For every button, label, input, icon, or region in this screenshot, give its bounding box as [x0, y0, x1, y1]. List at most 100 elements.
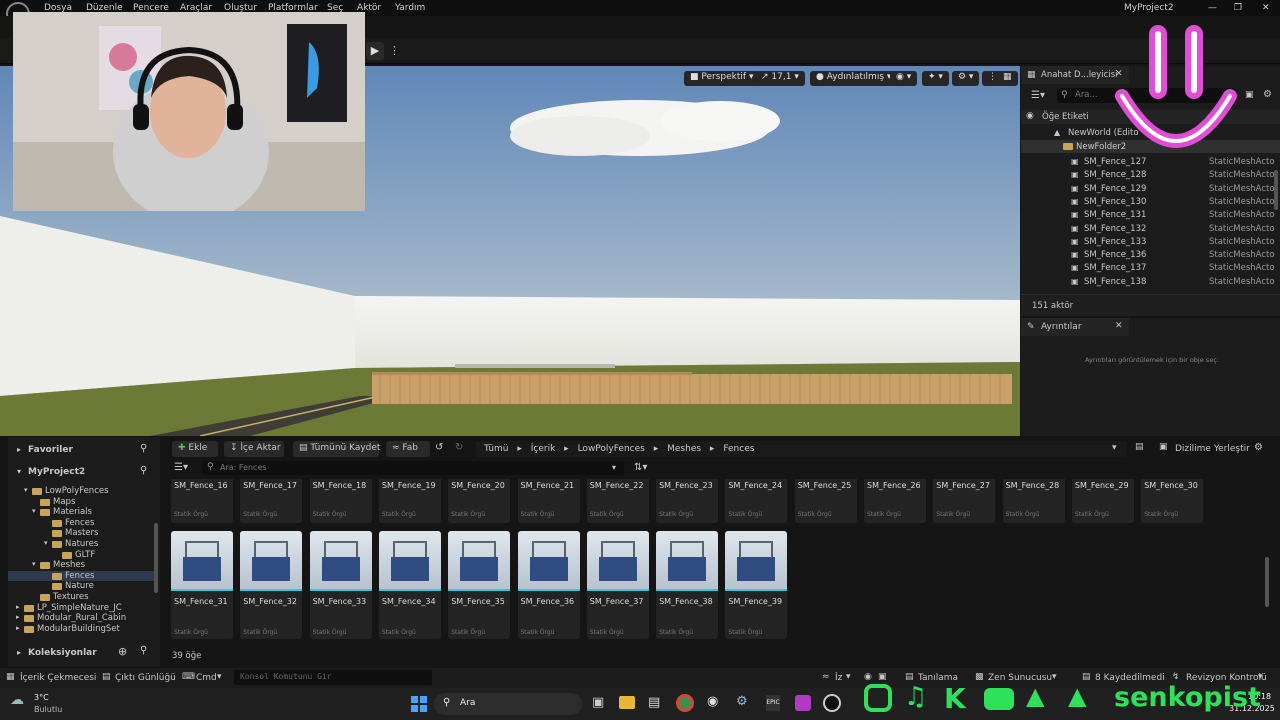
outliner-scrollbar[interactable] — [1274, 170, 1278, 210]
visibility-eye-icon[interactable]: ◉ — [1026, 111, 1034, 121]
fab-button[interactable]: ≈ Fab — [386, 441, 430, 457]
asset-tile[interactable]: SM_Fence_31 Statik Örgü — [171, 531, 233, 639]
back-arrow-icon[interactable]: ↺ — [435, 442, 443, 453]
breadcrumb-dropdown-icon[interactable]: ▾ — [1112, 443, 1117, 453]
breadcrumb-fences[interactable]: Fences — [723, 444, 754, 454]
asset-tile[interactable]: SM_Fence_25 Statik Örgü — [794, 479, 857, 523]
breadcrumb-lowpolyfences[interactable]: LowPolyFences — [578, 444, 645, 454]
tree-item[interactable]: ▾ LowPolyFences — [8, 486, 154, 497]
asset-tile[interactable]: SM_Fence_30 Statik Örgü — [1141, 479, 1204, 523]
tree-item[interactable]: ▸ LP_SimpleNature_JC — [8, 603, 154, 614]
tree-item[interactable]: Fences — [8, 518, 154, 529]
tree-item[interactable]: Maps — [8, 497, 154, 508]
tree-arrow-icon[interactable]: ▸ — [16, 624, 20, 632]
collections-arrow-icon[interactable]: ▸ — [17, 648, 21, 657]
cmd-dropdown[interactable]: Cmd — [196, 673, 217, 683]
asset-tile[interactable]: SM_Fence_20 Statik Örgü — [448, 479, 511, 523]
zen-chevron-down-icon[interactable]: ▾ — [1052, 672, 1057, 682]
outliner-row[interactable]: ▣ SM_Fence_133 StaticMeshActo — [1021, 236, 1280, 249]
play-icon[interactable]: ▶ — [366, 42, 384, 60]
media-app-icon[interactable] — [795, 695, 811, 711]
task-view-icon[interactable]: ▣ — [592, 695, 604, 710]
weather-icon[interactable]: ☁ — [10, 692, 24, 708]
tree-item[interactable]: Masters — [8, 528, 154, 539]
content-drawer-button[interactable]: İçerik Çekmecesi — [20, 673, 96, 683]
asset-tile[interactable]: SM_Fence_38 Statik Örgü — [656, 531, 719, 639]
save-all-button[interactable]: ▤ Tümünü Kaydet — [293, 441, 380, 457]
outliner-row[interactable]: ▣ SM_Fence_129 StaticMeshActo — [1021, 183, 1280, 196]
outliner-row[interactable]: ▣ SM_Fence_136 StaticMeshActo — [1021, 249, 1280, 262]
trace-chevron-down-icon[interactable]: ▾ — [846, 672, 851, 682]
grid-scrollbar[interactable] — [1265, 557, 1269, 607]
steam-icon[interactable]: ⚙ — [736, 694, 748, 709]
breadcrumb-all[interactable]: Tümü — [484, 444, 508, 454]
asset-tile[interactable]: SM_Fence_32 Statik Örgü — [240, 531, 303, 639]
tree-item[interactable]: ▸ ModularBuildingSet — [8, 624, 154, 635]
output-log-button[interactable]: Çıktı Günlüğü — [115, 673, 176, 683]
tree-item[interactable]: ▾ Materials — [8, 507, 154, 518]
asset-tile[interactable]: SM_Fence_36 Statik Örgü — [517, 531, 580, 639]
fov-button[interactable]: ↗ 17,1 ▾ — [755, 71, 805, 86]
cmd-chevron-down-icon[interactable]: ▾ — [217, 672, 222, 682]
trace-button[interactable]: İz — [835, 673, 842, 683]
lit-button[interactable]: ● Aydınlatılmış ▾ — [810, 71, 898, 86]
asset-tile[interactable]: SM_Fence_16 Statik Örgü — [171, 479, 233, 523]
sort-icon[interactable]: ⇅▾ — [634, 462, 647, 473]
add-collection-icon[interactable]: ⊕ — [118, 645, 127, 658]
outliner-row[interactable]: ▣ SM_Fence_128 StaticMeshActo — [1021, 169, 1280, 182]
outliner-settings-gear-icon[interactable]: ⚙ — [1263, 89, 1272, 100]
record-icon[interactable]: ◉ — [864, 672, 872, 682]
minimize-icon[interactable]: — — [1208, 3, 1217, 13]
restore-icon[interactable]: ❐ — [1234, 3, 1242, 13]
perspective-button[interactable]: ■ Perspektif ▾ — [684, 71, 760, 86]
outliner-row[interactable]: ▣ SM_Fence_130 StaticMeshActo — [1021, 196, 1280, 209]
collections-search-icon[interactable]: ⚲ — [140, 645, 147, 656]
show-flags-eye-icon[interactable]: ◉ ▾ — [890, 71, 918, 86]
asset-tile[interactable]: SM_Fence_17 Statik Örgü — [240, 479, 303, 523]
asset-tile[interactable]: SM_Fence_29 Statik Örgü — [1071, 479, 1134, 523]
start-windows-icon[interactable] — [411, 696, 427, 712]
epic-games-icon[interactable]: EPIC — [766, 695, 780, 711]
store-icon[interactable]: ▤ — [648, 695, 660, 710]
details-close-icon[interactable]: ✕ — [1115, 321, 1123, 331]
asset-tile[interactable]: SM_Fence_34 Statik Örgü — [378, 531, 441, 639]
asset-tile[interactable]: SM_Fence_37 Statik Örgü — [586, 531, 649, 639]
content-settings-gear-icon[interactable]: ⚙ — [1254, 442, 1263, 453]
outliner-row[interactable]: ▣ SM_Fence_131 StaticMeshActo — [1021, 209, 1280, 222]
content-search-input[interactable]: Ara: Fences — [202, 461, 624, 475]
console-input[interactable]: Konsol Komutunu Gir — [234, 670, 432, 685]
favorites-arrow-icon[interactable]: ▸ — [17, 445, 21, 454]
app-icon[interactable]: ◉ — [707, 694, 718, 709]
tree-item[interactable]: ▸ Modular_Rural_Cabin — [8, 613, 154, 624]
favorites-search-icon[interactable]: ⚲ — [140, 443, 147, 454]
play-options-icon[interactable]: ⋮ — [389, 43, 400, 59]
project-arrow-icon[interactable]: ▾ — [17, 467, 21, 476]
tree-arrow-icon[interactable]: ▸ — [16, 603, 20, 611]
unreal-taskbar-icon[interactable] — [823, 694, 841, 712]
tree-arrow-icon[interactable]: ▾ — [32, 560, 36, 568]
asset-tile[interactable]: SM_Fence_35 Statik Örgü — [448, 531, 511, 639]
screenshot-icon[interactable]: ▣ — [878, 672, 887, 682]
asset-tile[interactable]: SM_Fence_21 Statik Örgü — [517, 479, 580, 523]
filter-icon[interactable]: ☰▾ — [1031, 90, 1045, 101]
new-folder-icon[interactable]: ▣ — [1245, 90, 1254, 100]
asset-tile[interactable]: SM_Fence_33 Statik Örgü — [309, 531, 372, 639]
outliner-row[interactable]: ▣ SM_Fence_138 StaticMeshActo — [1021, 276, 1280, 289]
details-tab[interactable]: Ayrıntılar — [1021, 318, 1129, 336]
tree-item[interactable]: Fences — [8, 570, 154, 582]
project-search-icon[interactable]: ⚲ — [140, 465, 147, 476]
tree-scrollbar[interactable] — [154, 523, 158, 593]
asset-tile[interactable]: SM_Fence_19 Statik Örgü — [378, 479, 441, 523]
asset-tile[interactable]: SM_Fence_23 Statik Örgü — [656, 479, 719, 523]
tree-item[interactable]: Nature — [8, 581, 154, 592]
viewport-settings-gear-icon[interactable]: ⚙ ▾ — [952, 71, 980, 86]
tree-item[interactable]: ▾ Natures — [8, 539, 154, 550]
import-button[interactable]: ↧ İçe Aktar — [224, 441, 284, 457]
outliner-row[interactable]: ▣ SM_Fence_137 StaticMeshActo — [1021, 262, 1280, 275]
asset-tile[interactable]: SM_Fence_18 Statik Örgü — [309, 479, 372, 523]
tree-arrow-icon[interactable]: ▾ — [24, 486, 28, 494]
close-window-icon[interactable]: ✕ — [1262, 3, 1270, 13]
asset-tile[interactable]: SM_Fence_27 Statik Örgü — [933, 479, 996, 523]
content-filter-icon[interactable]: ☰▾ — [174, 462, 188, 473]
tree-arrow-icon[interactable]: ▾ — [44, 539, 48, 547]
